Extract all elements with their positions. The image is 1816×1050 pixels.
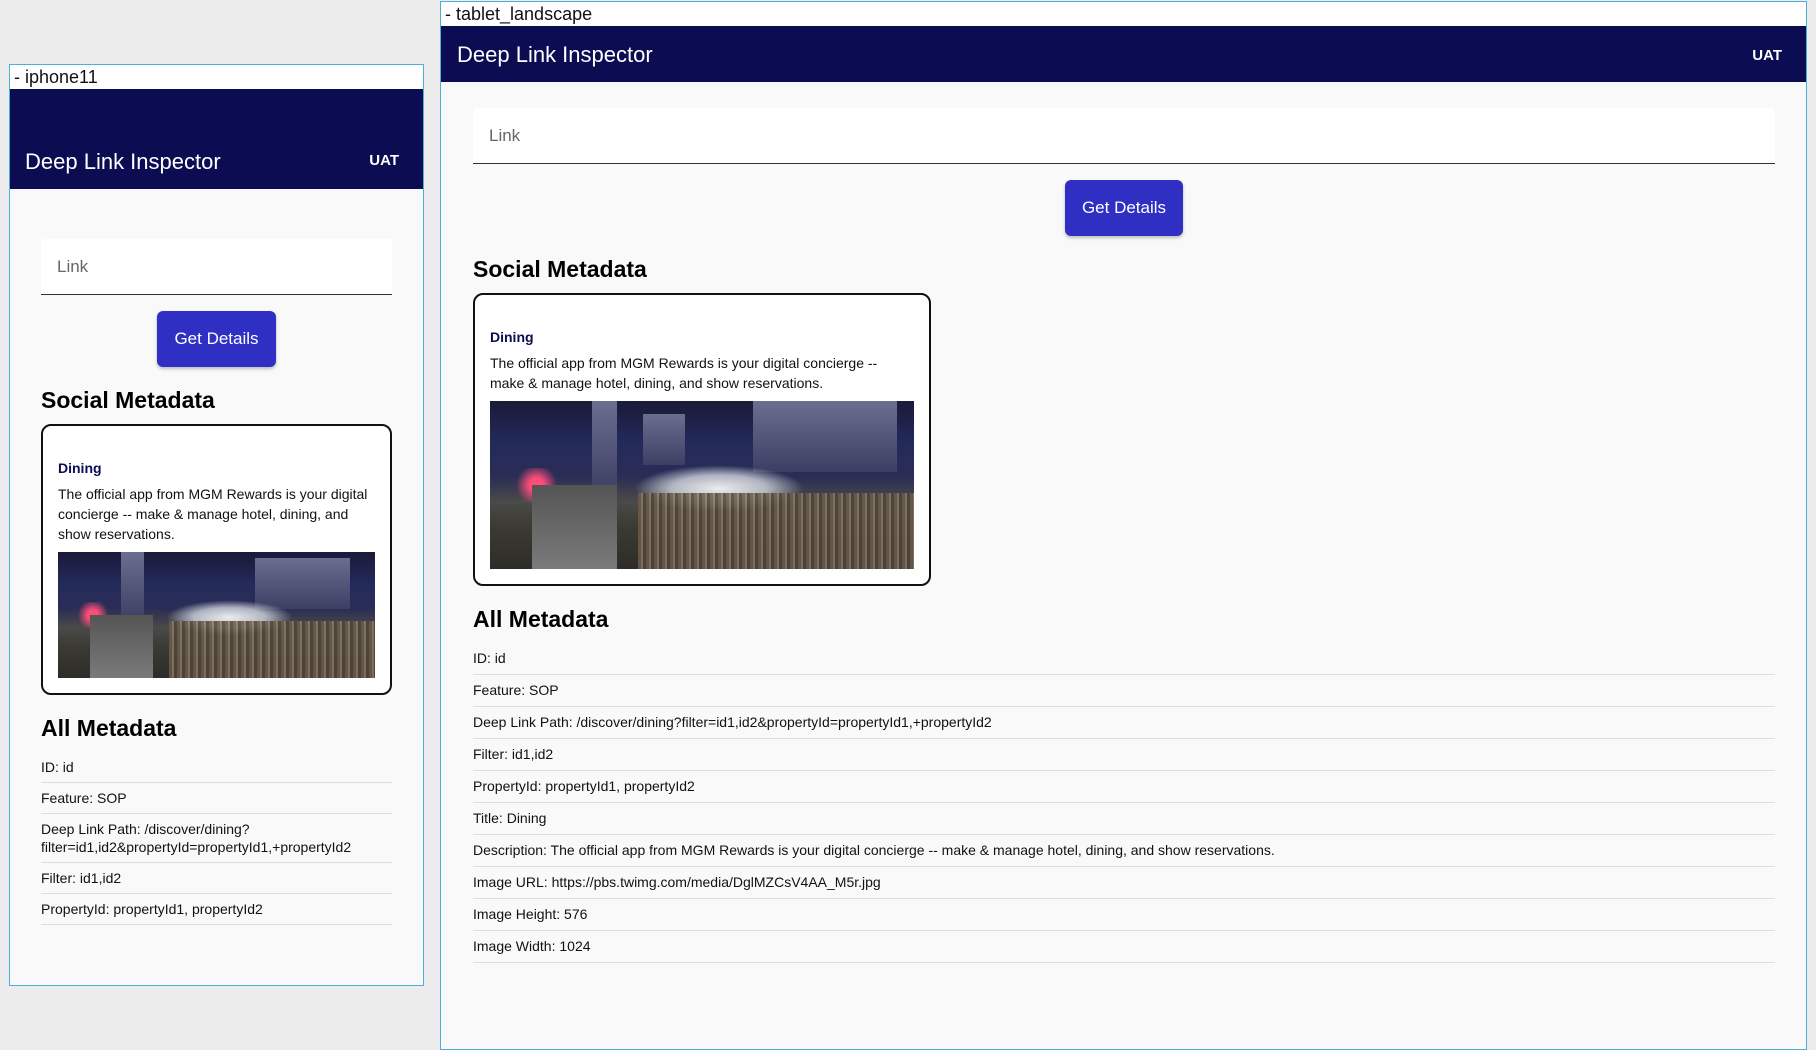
main-content: Get Details Social Metadata Dining The o… — [473, 108, 1775, 963]
app-title: Deep Link Inspector — [25, 149, 221, 174]
link-input[interactable] — [41, 239, 392, 295]
image-road — [532, 485, 618, 569]
metadata-list: ID: id Feature: SOP Deep Link Path: /dis… — [41, 752, 392, 925]
metadata-item: Feature: SOP — [473, 675, 1775, 707]
card-image — [490, 401, 914, 569]
metadata-item: PropertyId: propertyId1, propertyId2 — [473, 771, 1775, 803]
social-metadata-heading: Social Metadata — [41, 387, 215, 413]
device-label: - iphone11 — [10, 65, 423, 89]
app-header: Deep Link Inspector UAT — [441, 26, 1806, 82]
image-tower — [752, 401, 898, 472]
button-row: Get Details — [473, 180, 1775, 236]
card-description: The official app from MGM Rewards is you… — [490, 355, 878, 391]
card-image — [58, 552, 375, 678]
env-badge: UAT — [1752, 47, 1782, 64]
metadata-item: ID: id — [41, 752, 392, 783]
card-title: Dining — [58, 460, 102, 476]
metadata-item: Image Height: 576 — [473, 899, 1775, 931]
get-details-button[interactable]: Get Details — [1064, 180, 1184, 236]
all-metadata-heading: All Metadata — [473, 606, 609, 632]
image-road — [89, 615, 154, 678]
metadata-item: Image Width: 1024 — [473, 931, 1775, 963]
button-row: Get Details — [41, 311, 392, 367]
env-badge: UAT — [369, 152, 399, 169]
metadata-item: Filter: id1,id2 — [473, 739, 1775, 771]
all-metadata-heading: All Metadata — [41, 715, 177, 741]
metadata-item: PropertyId: propertyId1, propertyId2 — [41, 894, 392, 925]
main-content: Get Details Social Metadata Dining The o… — [41, 239, 392, 925]
get-details-button[interactable]: Get Details — [157, 311, 276, 367]
social-preview-card: Dining The official app from MGM Rewards… — [41, 424, 392, 695]
image-tower — [591, 401, 618, 494]
social-preview-card: Dining The official app from MGM Rewards… — [473, 293, 931, 586]
device-label: - tablet_landscape — [441, 2, 1806, 26]
image-tower — [121, 552, 144, 622]
metadata-item: Deep Link Path: /discover/dining?filter=… — [41, 814, 392, 863]
metadata-item: Title: Dining — [473, 803, 1775, 835]
iphone11-frame: - iphone11 Deep Link Inspector UAT Get D… — [9, 64, 424, 986]
tablet-landscape-frame: - tablet_landscape Deep Link Inspector U… — [440, 1, 1807, 1050]
image-crowd — [168, 621, 375, 678]
app-title: Deep Link Inspector — [457, 42, 653, 67]
metadata-item: Description: The official app from MGM R… — [473, 835, 1775, 867]
metadata-item: Feature: SOP — [41, 783, 392, 814]
metadata-item: ID: id — [473, 643, 1775, 675]
link-input[interactable] — [473, 108, 1775, 164]
app-header: Deep Link Inspector UAT — [10, 89, 423, 189]
metadata-list: ID: id Feature: SOP Deep Link Path: /dis… — [473, 643, 1775, 963]
metadata-item: Image URL: https://pbs.twimg.com/media/D… — [473, 867, 1775, 899]
social-metadata-heading: Social Metadata — [473, 256, 647, 282]
image-crowd — [638, 493, 914, 569]
card-description: The official app from MGM Rewards is you… — [58, 486, 368, 542]
metadata-item: Deep Link Path: /discover/dining?filter=… — [473, 707, 1775, 739]
card-title: Dining — [490, 329, 534, 345]
metadata-item: Filter: id1,id2 — [41, 863, 392, 894]
image-tower — [642, 414, 686, 465]
